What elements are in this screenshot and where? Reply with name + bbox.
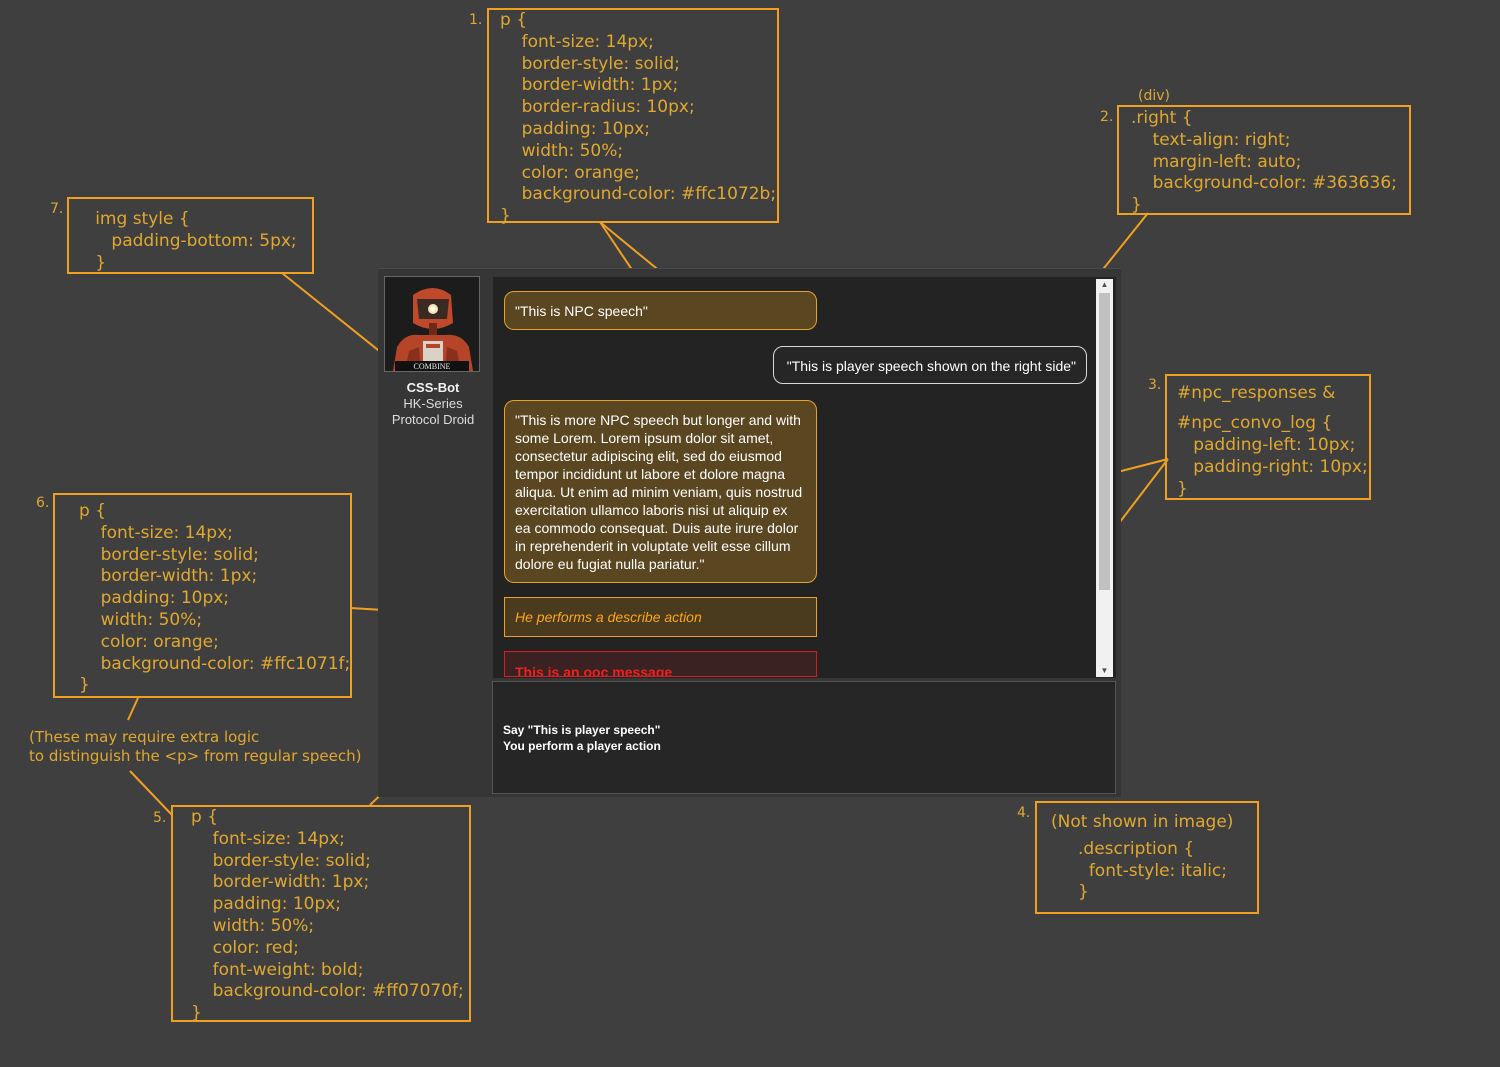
code-line: }	[191, 1003, 202, 1024]
describe-action-bubble: He performs a describe action	[504, 597, 817, 637]
code-line: font-style: italic;	[1051, 860, 1228, 881]
code-line: .right {	[1131, 108, 1193, 128]
portrait-label: COMBINE	[414, 362, 451, 371]
annotation-5-number: 5.	[153, 810, 167, 826]
code-line: border-width: 1px;	[500, 75, 679, 96]
code-line: font-weight: bold;	[191, 959, 364, 980]
code-line: p {	[500, 10, 528, 30]
code-line: padding-bottom: 5px;	[79, 230, 297, 251]
annotation-3-number: 3.	[1148, 377, 1162, 393]
player-speech-bubble: "This is player speech shown on the righ…	[773, 346, 1087, 384]
annotation-7-box: img style { padding-bottom: 5px; }	[67, 197, 314, 274]
code-line: color: orange;	[500, 162, 640, 183]
npc-name: CSS-Bot	[406, 380, 460, 395]
annotation-4-box: (Not shown in image) .description { font…	[1035, 801, 1259, 914]
code-line: img style {	[79, 209, 190, 229]
code-line: padding-left: 10px;	[1177, 435, 1356, 455]
scroll-up-icon[interactable]: ▲	[1096, 279, 1113, 291]
code-line: padding: 10px;	[500, 118, 651, 139]
code-line: text-align: right;	[1131, 129, 1291, 150]
code-line: background-color: #363636;	[1131, 173, 1397, 194]
code-line: font-size: 14px;	[500, 31, 654, 52]
code-line: }	[79, 252, 107, 273]
code-line: border-style: solid;	[500, 53, 680, 74]
annotation-7-number: 7.	[50, 201, 64, 217]
code-line: padding-right: 10px;	[1177, 457, 1368, 477]
annotation-3-box: #npc_responses & #npc_convo_log { paddin…	[1165, 374, 1371, 500]
code-line: font-size: 14px;	[79, 522, 233, 543]
code-line: border-width: 1px;	[191, 872, 370, 893]
npc-responses-panel: Say "This is player speech" You perform …	[492, 681, 1116, 794]
code-line: width: 50%;	[79, 609, 203, 630]
code-line: }	[1131, 195, 1142, 216]
scroll-down-icon[interactable]: ▼	[1096, 665, 1113, 677]
code-line: p {	[191, 807, 219, 827]
annotation-6-box: p { font-size: 14px; border-style: solid…	[53, 493, 352, 698]
annotation-5-box: p { font-size: 14px; border-style: solid…	[171, 805, 471, 1024]
robot-portrait-image: COMBINE	[385, 277, 479, 371]
code-line: border-radius: 10px;	[500, 97, 695, 118]
code-line: }	[79, 675, 90, 696]
npc-series: HK-Series	[403, 396, 463, 411]
code-line: (Not shown in image)	[1051, 812, 1234, 832]
scroll-thumb[interactable]	[1099, 293, 1110, 590]
response-option[interactable]: You perform a player action	[503, 738, 661, 754]
conversation-log[interactable]: "This is NPC speech" "This is player spe…	[493, 277, 1116, 678]
response-list: Say "This is player speech" You perform …	[503, 722, 661, 754]
code-line: }	[1177, 479, 1188, 499]
chat-window: COMBINE CSS-Bot HK-Series Protocol Droid…	[378, 268, 1121, 797]
annotation-6-note: (These may require extra logic to distin…	[29, 728, 362, 765]
connector-6b	[127, 697, 139, 721]
code-line: }	[1051, 882, 1089, 903]
annotation-6-number: 6.	[36, 495, 50, 511]
code-line: #npc_convo_log {	[1177, 413, 1333, 433]
npc-long-speech-bubble: "This is more NPC speech but longer and …	[504, 400, 817, 583]
code-line: border-style: solid;	[79, 544, 259, 565]
code-line: p {	[79, 501, 107, 521]
code-line: font-size: 14px;	[191, 828, 345, 849]
code-line: background-color: #ffc1072b;	[500, 184, 777, 205]
code-line: border-style: solid;	[191, 850, 371, 871]
npc-role: Protocol Droid	[391, 412, 475, 427]
ooc-message-bubble: This is an ooc message	[504, 651, 817, 677]
npc-speech-bubble: "This is NPC speech"	[504, 291, 817, 330]
code-line: background-color: #ffc1071f;	[79, 653, 351, 674]
annotation-1-number: 1.	[469, 12, 483, 28]
annotation-2-box: .right { text-align: right; margin-left:…	[1117, 105, 1411, 215]
connector-7	[281, 272, 389, 359]
annotation-1-box: p { font-size: 14px; border-style: solid…	[487, 8, 779, 226]
response-option[interactable]: Say "This is player speech"	[503, 722, 661, 738]
code-line: width: 50%;	[500, 140, 624, 161]
code-line: padding: 10px;	[79, 588, 230, 609]
code-line: padding: 10px;	[191, 894, 342, 915]
code-line: background-color: #ff07070f;	[191, 981, 464, 1002]
connector-5-6	[129, 770, 173, 816]
annotation-4-number: 4.	[1017, 805, 1031, 821]
code-line: color: red;	[191, 937, 299, 958]
code-line: #npc_responses &	[1177, 383, 1336, 403]
code-line: }	[500, 206, 511, 227]
annotation-2-caption: (div)	[1138, 88, 1170, 104]
npc-portrait: COMBINE	[384, 276, 480, 372]
npc-caption: CSS-Bot HK-Series Protocol Droid	[378, 380, 488, 428]
code-line: width: 50%;	[191, 915, 315, 936]
code-line: margin-left: auto;	[1131, 151, 1302, 172]
log-scrollbar[interactable]: ▲ ▼	[1096, 279, 1113, 677]
annotation-2-number: 2.	[1100, 109, 1114, 125]
code-line: .description {	[1051, 838, 1195, 859]
code-line: color: orange;	[79, 631, 219, 652]
code-line: border-width: 1px;	[79, 566, 258, 587]
